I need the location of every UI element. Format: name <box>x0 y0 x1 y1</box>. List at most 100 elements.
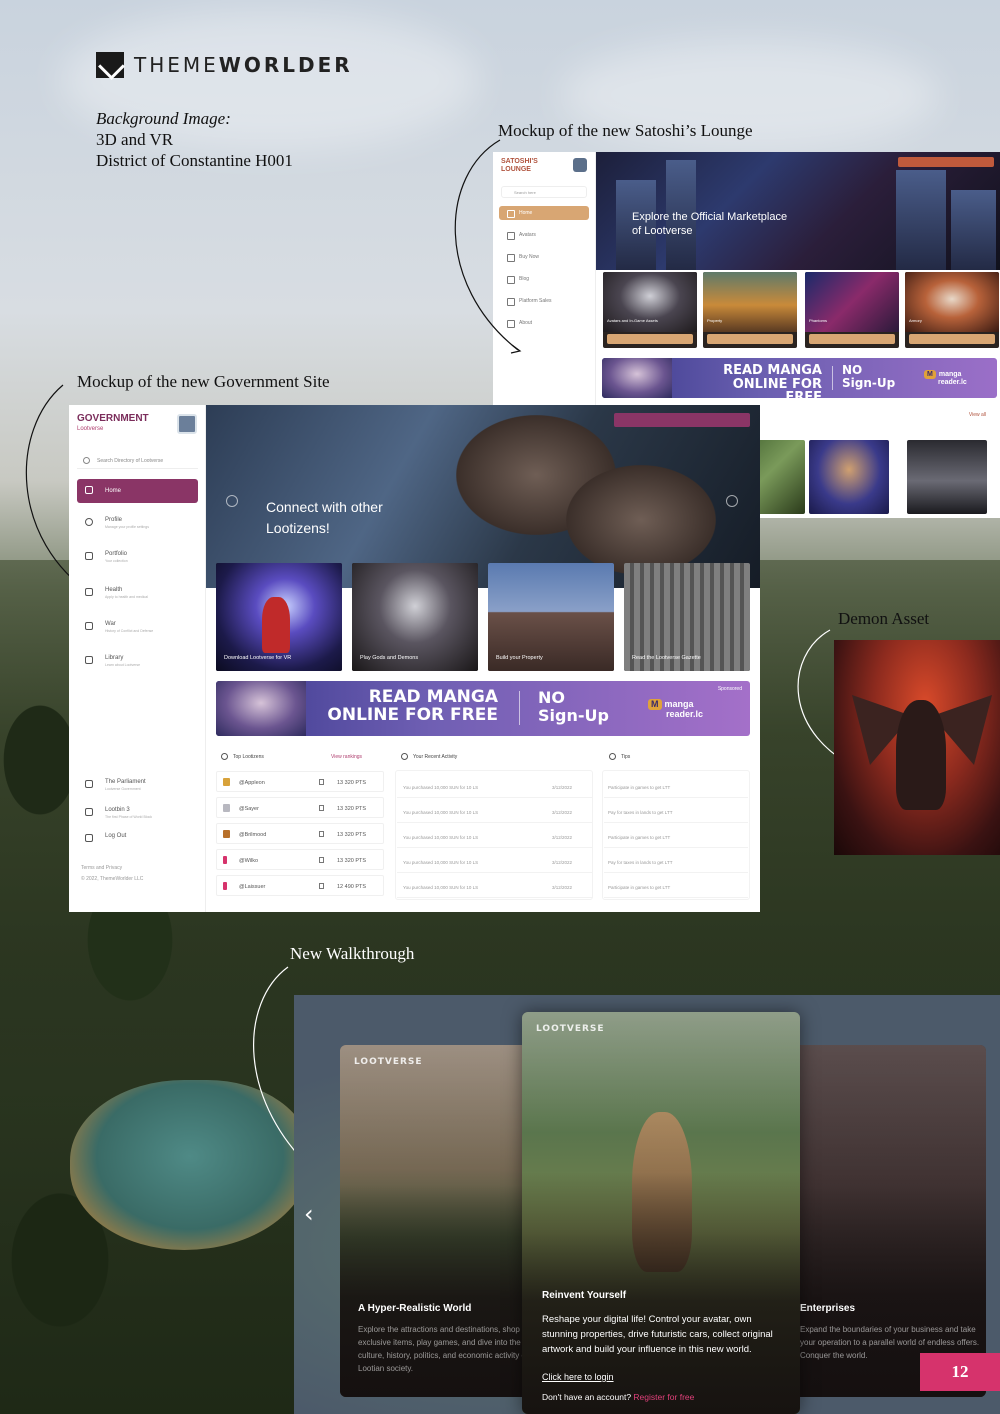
tips-title: Tips <box>609 753 630 760</box>
walkthrough-card-active[interactable]: LOOTVERSE Reinvent Yourself Reshape your… <box>522 1012 800 1414</box>
manga-ad-banner[interactable]: READ MANGA ONLINE FOR FREE NO Sign-Up Mm… <box>602 358 997 398</box>
leaderboard-name: @Brilmood <box>239 832 267 838</box>
product-card[interactable]: Property <box>703 272 797 348</box>
activity-date: 3/12/2022 <box>552 785 573 790</box>
leaderboard-name: @Appleon <box>239 780 265 786</box>
card-body: Reshape your digital life! Control your … <box>542 1314 773 1355</box>
sidebar-item-war[interactable]: War History of Conflict and Defense <box>77 615 198 639</box>
card-title: Reinvent Yourself <box>542 1290 627 1301</box>
leaderboard-row[interactable]: @Wilko 13 320 PTS <box>216 849 384 870</box>
thumbnail[interactable] <box>907 440 987 514</box>
wallet-bar[interactable] <box>898 157 994 167</box>
product-card[interactable]: Avatars and In-Game Assets <box>603 272 697 348</box>
sidebar-item-portfolio[interactable]: Portfolio Your collection <box>77 545 198 569</box>
avatar[interactable] <box>177 414 197 434</box>
page-number: 12 <box>920 1353 1000 1391</box>
buy-button[interactable] <box>607 334 693 344</box>
tip-row: Pay for taxes in lands to get LTT <box>604 852 748 873</box>
activity-row: You purchased 10,000 SUN for 10 LS 3/12/2… <box>397 802 593 823</box>
ad-headline-line: ONLINE FOR FREE <box>732 376 822 398</box>
section-title-text: Your Recent Activity <box>413 754 458 760</box>
sidebar-item-health[interactable]: Health Apply to health and medical <box>77 581 198 605</box>
manga-ad-banner[interactable]: READ MANGA ONLINE FOR FREE NO Sign-Up Mm… <box>216 681 750 736</box>
sidebar-item-label: Profile <box>105 517 123 523</box>
ad-side-line: Sign-Up <box>538 705 609 725</box>
sidebar-item-label: Library <box>105 655 124 661</box>
feature-label: Download Lootverse for VR <box>224 655 292 661</box>
carousel-prev-icon[interactable] <box>226 495 238 507</box>
sidebar-item-sub: Learn about Lootverse <box>105 663 141 667</box>
buy-button[interactable] <box>707 334 793 344</box>
leaderboard-row[interactable]: @Laissuer 12 490 PTS <box>216 875 384 896</box>
sidebar-item-parliament[interactable]: The Parliament Lootverse Government <box>77 773 198 797</box>
ad-brand: Mmanga reader.lc <box>648 699 703 719</box>
tip-text: Pay for taxes in lands to get LTT <box>608 810 673 815</box>
view-all-link[interactable]: View all <box>969 412 986 418</box>
satoshi-hero-banner: Explore the Official Marketplace of Loot… <box>596 152 1000 270</box>
thumbnail[interactable] <box>809 440 889 514</box>
bookmark-icon[interactable] <box>319 779 324 785</box>
sidebar-item-label: Health <box>105 587 123 593</box>
ad-signup-text: NO Sign-Up <box>842 363 895 390</box>
government-logo: GOVERNMENT Lootverse <box>77 414 149 434</box>
carousel-next-icon[interactable] <box>726 495 738 507</box>
chevron-left-icon[interactable]: ‹ <box>304 1200 314 1228</box>
leaderboard-row[interactable]: @Brilmood 13 320 PTS <box>216 823 384 844</box>
product-label: Property <box>707 318 723 323</box>
feature-card[interactable]: Play Gods and Demons <box>352 563 478 671</box>
bookmark-icon[interactable] <box>319 883 324 889</box>
war-icon <box>85 622 93 630</box>
ad-brand-name: manga <box>664 699 694 709</box>
leaderboard-title: Top Lootizens <box>221 753 264 760</box>
view-rankings-link[interactable]: View rankings <box>331 754 362 760</box>
briefcase-icon <box>85 552 93 560</box>
login-link[interactable]: Click here to login <box>542 1372 614 1382</box>
ad-side-line: NO <box>538 688 565 707</box>
logout-icon <box>85 834 93 842</box>
sidebar-item-label: The Parliament <box>105 779 146 785</box>
product-card[interactable]: Phantoms <box>805 272 899 348</box>
product-card[interactable]: Armory <box>905 272 999 348</box>
clock-icon <box>401 753 408 760</box>
bookmark-icon[interactable] <box>319 805 324 811</box>
card-title: Enterprises <box>800 1303 856 1314</box>
search-input[interactable]: Search Directory of Lootverse <box>77 453 198 469</box>
product-label: Armory <box>909 318 922 323</box>
sponsored-badge: Sponsored <box>717 686 742 692</box>
sidebar-item-profile[interactable]: Profile Manage your profile settings <box>77 511 198 535</box>
feature-card[interactable]: Build your Property <box>488 563 614 671</box>
sidebar-item-sub: Apply to health and medical <box>105 595 148 599</box>
bookmark-icon[interactable] <box>319 831 324 837</box>
bookmark-icon[interactable] <box>319 857 324 863</box>
feature-card[interactable]: Read the Lootverse Gazette <box>624 563 750 671</box>
gear-icon <box>609 753 616 760</box>
sidebar-item-lootbin[interactable]: Lootbin 3 The first Phase of World Block <box>77 801 198 825</box>
leaderboard-row[interactable]: @Sayer 13 320 PTS <box>216 797 384 818</box>
sidebar-item-label: War <box>105 621 116 627</box>
feature-label: Read the Lootverse Gazette <box>632 655 701 661</box>
ad-headline: READ MANGA ONLINE FOR FREE <box>316 688 498 725</box>
leaderboard-row[interactable]: @Appleon 13 320 PTS <box>216 771 384 792</box>
activity-date: 3/12/2022 <box>552 885 573 890</box>
brand-wordmark: THEMEWORLDER <box>134 53 353 77</box>
sidebar-item-library[interactable]: Library Learn about Lootverse <box>77 649 198 673</box>
buy-button[interactable] <box>809 334 895 344</box>
buy-button[interactable] <box>909 334 995 344</box>
logout-button[interactable]: Log Out <box>77 827 198 851</box>
footer-copyright: © 2022, ThemeWorlder LLC <box>81 876 144 882</box>
tip-text: Participate in games to get LTT <box>608 785 671 790</box>
sidebar-item-sub: Your collection <box>105 559 128 563</box>
card-title: A Hyper-Realistic World <box>358 1303 472 1314</box>
wallet-bar[interactable] <box>614 413 750 427</box>
feature-label: Play Gods and Demons <box>360 655 419 661</box>
home-icon <box>85 486 93 494</box>
feature-card[interactable]: Download Lootverse for VR <box>216 563 342 671</box>
government-sidebar: GOVERNMENT Lootverse Search Directory of … <box>69 405 206 912</box>
register-link[interactable]: Register for free <box>633 1392 694 1402</box>
lootverse-logo: LOOTVERSE <box>536 1024 605 1034</box>
arrow-to-satoshi <box>454 139 522 354</box>
sidebar-item-home[interactable]: Home <box>77 479 198 503</box>
avatar[interactable] <box>573 158 587 172</box>
product-image <box>603 272 697 332</box>
footer-legal-link[interactable]: Terms and Privacy <box>81 865 122 872</box>
